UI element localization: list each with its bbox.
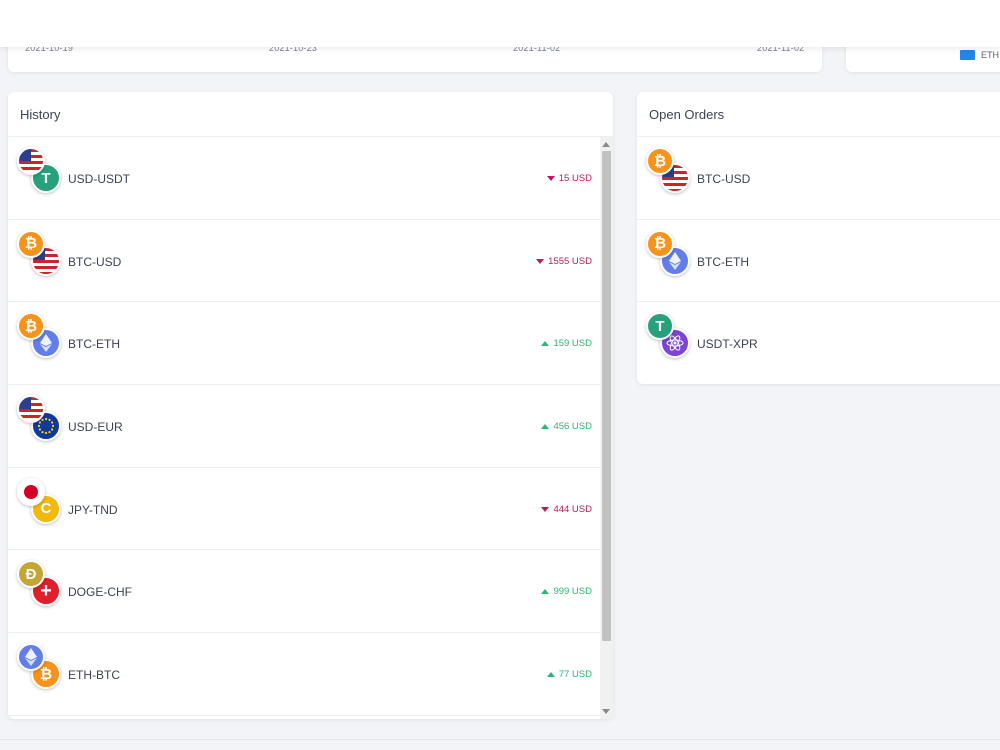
amount-change: 1555 USD: [536, 256, 592, 267]
amount-change: 444 USD: [541, 504, 592, 515]
pair-label: BTC-ETH: [697, 254, 749, 269]
pair-icon: [17, 395, 63, 443]
caret-up-icon: [546, 672, 555, 678]
caret-up-icon: [541, 424, 550, 430]
pair-label: BTC-USD: [68, 254, 122, 269]
caret-up-icon: [541, 341, 550, 347]
history-row[interactable]: Đ + DOGE-CHF 999 USD: [8, 550, 600, 634]
history-row[interactable]: USD-EUR 456 USD: [8, 385, 600, 468]
amount-value: 999 USD: [553, 586, 592, 598]
japan-flag-icon: [17, 477, 45, 506]
amount-change: 456 USD: [541, 421, 592, 432]
pair-label: ETH-BTC: [68, 668, 120, 683]
footer-divider: [0, 739, 1000, 740]
caret-down-icon: [546, 176, 555, 181]
caret-up-icon: [541, 589, 550, 595]
bitcoin-icon: ₿: [17, 229, 45, 258]
open-order-row[interactable]: ₿ BTC-ETH: [637, 220, 1000, 303]
open-orders-title: Open Orders: [637, 92, 1000, 137]
top-bar: [0, 0, 1000, 47]
us-flag-icon: [17, 147, 45, 175]
pair-icon: ₿: [17, 312, 63, 360]
pair-icon: ₿: [646, 229, 692, 278]
history-list[interactable]: T USD-USDT 15 USD ₿ BTC-USD 1555 USD ₿ BTC-ETH 1…: [8, 137, 613, 719]
history-row[interactable]: T USD-USDT 15 USD: [8, 137, 600, 220]
scroll-up-arrow-icon[interactable]: [602, 142, 610, 147]
open-orders-list[interactable]: ₿ BTC-USD ₿ BTC-ETH T USDT-XPR: [637, 137, 1000, 384]
history-row[interactable]: ₿ BTC-ETH 159 USD: [8, 302, 600, 386]
caret-down-icon: [541, 506, 550, 512]
legend-swatch: [960, 50, 975, 60]
history-row[interactable]: ₿ ETH-BTC 77 USD: [8, 633, 600, 716]
scroll-thumb[interactable]: [602, 151, 611, 641]
pair-icon: ₿: [646, 147, 692, 195]
pair-label: JPY-TND: [68, 502, 118, 517]
amount-value: 77 USD: [558, 669, 592, 681]
bitcoin-icon: ₿: [646, 229, 674, 258]
amount-value: 456 USD: [553, 421, 592, 433]
legend-label: ETH: [981, 50, 999, 60]
open-orders-card: Open Orders ₿ BTC-USD ₿ BTC-ETH T USDT-XPR: [637, 92, 1000, 384]
pair-icon: T: [17, 147, 63, 195]
history-row[interactable]: C JPY-TND 444 USD: [8, 468, 600, 551]
pair-icon: T: [646, 312, 692, 360]
pair-icon: ₿: [17, 643, 63, 691]
open-order-row[interactable]: T USDT-XPR: [637, 302, 1000, 384]
amount-value: 15 USD: [558, 173, 592, 184]
scroll-down-arrow-icon[interactable]: [602, 709, 610, 714]
history-card: History T USD-USDT 15 USD ₿ BTC-USD 1555 USD ₿…: [8, 92, 613, 719]
pair-label: USD-EUR: [68, 420, 123, 435]
pair-icon: ₿: [17, 229, 63, 278]
pair-label: DOGE-CHF: [68, 585, 132, 600]
amount-change: 77 USD: [546, 669, 592, 681]
legend-item-eth[interactable]: ETH: [960, 50, 999, 60]
ethereum-icon: [17, 643, 45, 672]
amount-change: 999 USD: [541, 586, 592, 597]
history-title: History: [8, 92, 613, 137]
history-row[interactable]: ₿ BTC-USD 1555 USD: [8, 220, 600, 303]
pair-label: USD-USDT: [68, 172, 130, 186]
amount-value: 159 USD: [553, 338, 592, 350]
amount-change: 15 USD: [546, 173, 592, 184]
open-order-row[interactable]: ₿ BTC-USD: [637, 137, 1000, 220]
pair-icon: C: [17, 477, 63, 526]
amount-change: 159 USD: [541, 338, 592, 349]
bitcoin-icon: ₿: [646, 147, 674, 175]
pair-label: BTC-USD: [697, 172, 751, 186]
pair-label: USDT-XPR: [697, 337, 758, 352]
pair-icon: Đ +: [17, 560, 63, 608]
amount-value: 444 USD: [553, 503, 592, 515]
caret-down-icon: [536, 258, 545, 264]
amount-value: 1555 USD: [548, 255, 592, 267]
us-flag-icon: [17, 395, 45, 424]
pair-label: BTC-ETH: [68, 337, 120, 352]
history-scrollbar[interactable]: [600, 137, 613, 719]
